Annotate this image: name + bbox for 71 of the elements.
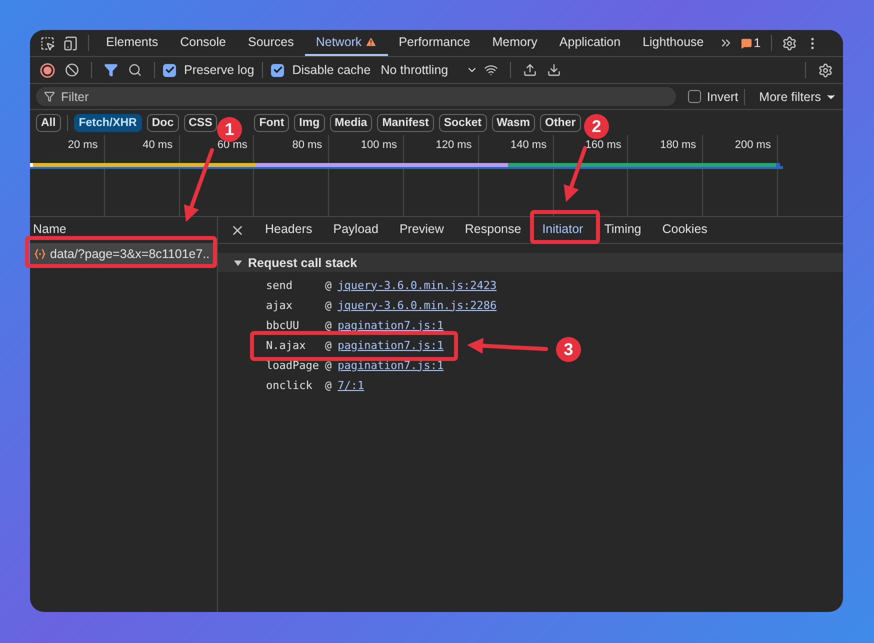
detail-tab[interactable]: Response xyxy=(460,217,526,243)
panel-tab[interactable]: Memory xyxy=(481,30,548,56)
function-name: send xyxy=(266,278,294,292)
source-link[interactable]: pagination7.js:1 xyxy=(338,338,444,352)
source-link[interactable]: 7/:1 xyxy=(338,378,364,392)
panel-tab[interactable]: Performance xyxy=(388,30,482,56)
time-tick: 20 ms xyxy=(68,139,98,152)
type-filter-chip[interactable]: CSS xyxy=(184,114,218,132)
detail-tab[interactable]: Headers xyxy=(261,217,316,243)
checkbox[interactable] xyxy=(688,90,701,103)
detail-tab[interactable]: Initiator xyxy=(538,217,588,243)
type-filter-chip[interactable]: All xyxy=(36,114,61,132)
detail-tab[interactable]: Preview xyxy=(395,217,448,243)
type-filter-chip[interactable]: Media xyxy=(330,114,372,132)
time-tick: 160 ms xyxy=(585,139,622,152)
function-name: loadPage xyxy=(266,358,320,372)
checkbox-label: Invert xyxy=(706,90,738,104)
checkbox[interactable] xyxy=(163,64,176,76)
checkbox[interactable] xyxy=(271,64,284,76)
detail-tab[interactable]: Timing xyxy=(600,217,646,243)
type-filter-chip[interactable]: Wasm xyxy=(492,114,536,132)
panel-tab[interactable]: Console xyxy=(169,30,237,56)
type-filter-chip[interactable]: Font xyxy=(254,114,290,132)
function-name: N.ajax xyxy=(266,338,307,352)
type-filter-chip[interactable]: Doc xyxy=(146,114,179,132)
time-tick: 140 ms xyxy=(510,139,547,152)
function-name: bbcUU xyxy=(266,318,300,332)
checkbox-label: Preserve log xyxy=(184,63,254,77)
issue-icon xyxy=(740,38,752,48)
panel-tab[interactable]: Application xyxy=(548,30,632,56)
at-sign: @ xyxy=(325,298,332,312)
source-link[interactable]: jquery-3.6.0.min.js:2423 xyxy=(338,278,497,292)
time-tick: 200 ms xyxy=(734,139,771,152)
at-sign: @ xyxy=(325,378,332,392)
issues-button[interactable]: 1 xyxy=(736,36,765,50)
arrow xyxy=(564,146,587,202)
source-link[interactable]: pagination7.js:1 xyxy=(338,318,444,332)
highlight-box xyxy=(530,210,600,244)
at-sign: @ xyxy=(325,318,332,332)
panel-tab[interactable]: Lighthouse xyxy=(632,30,715,56)
time-tick: 80 ms xyxy=(292,139,322,152)
panel-tab[interactable]: Sources xyxy=(236,30,305,56)
more-filters-dropdown[interactable]: More filters xyxy=(759,90,837,104)
detail-tab[interactable]: Payload xyxy=(329,217,382,243)
time-tick: 180 ms xyxy=(660,139,696,152)
section-header[interactable]: Request call stack xyxy=(218,253,843,272)
function-name: ajax xyxy=(266,298,294,312)
filter-icon xyxy=(44,91,55,102)
at-sign: @ xyxy=(325,278,332,292)
at-sign: @ xyxy=(325,358,332,372)
column-header: Name xyxy=(33,222,66,236)
expand-icon xyxy=(234,258,242,266)
at-sign: @ xyxy=(325,338,332,352)
braces-icon xyxy=(34,248,46,260)
detail-tab[interactable]: Cookies xyxy=(658,217,712,243)
source-link[interactable]: pagination7.js:1 xyxy=(338,358,444,372)
panel-tab[interactable]: Elements xyxy=(95,30,170,56)
type-filter-chip[interactable]: Manifest xyxy=(377,114,434,132)
filter-field[interactable]: Filter xyxy=(36,87,676,106)
time-tick: 120 ms xyxy=(436,139,472,152)
time-tick: 40 ms xyxy=(142,139,173,152)
type-filter-chip[interactable]: Socket xyxy=(438,114,487,132)
type-filter-chip[interactable]: Other xyxy=(540,114,581,132)
function-name: onclick xyxy=(266,378,314,392)
source-link[interactable]: jquery-3.6.0.min.js:2286 xyxy=(338,298,497,312)
warning-icon xyxy=(364,36,377,48)
type-filter-chip[interactable]: Fetch/XHR xyxy=(74,114,142,132)
throttling-dropdown[interactable]: No throttling xyxy=(380,63,478,77)
time-tick: 100 ms xyxy=(360,139,397,152)
type-filter-chip[interactable]: Img xyxy=(294,114,325,132)
checkbox-label: Disable cache xyxy=(292,63,371,77)
